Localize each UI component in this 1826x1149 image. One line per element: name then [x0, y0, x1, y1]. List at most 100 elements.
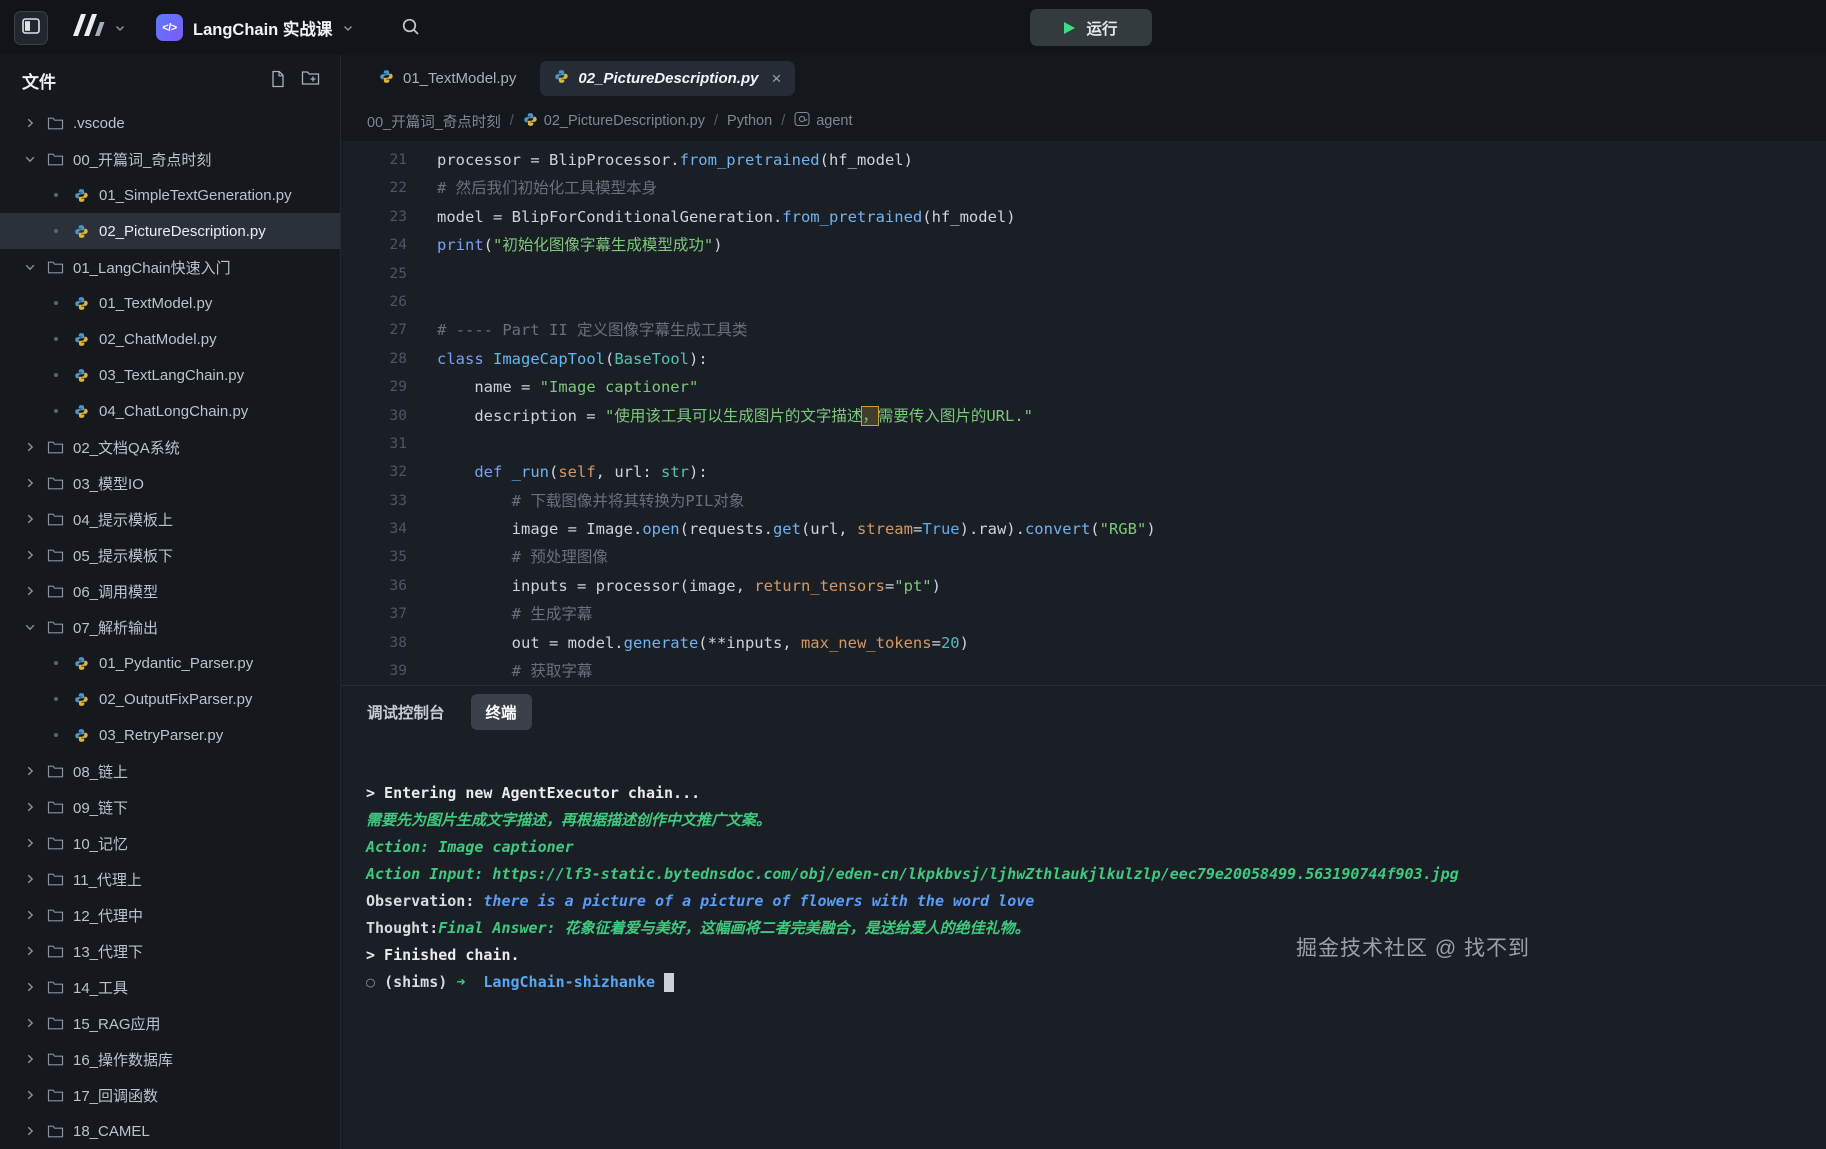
- editor-tab[interactable]: 01_TextModel.py: [365, 61, 530, 96]
- run-button[interactable]: 运行: [1030, 9, 1152, 46]
- tree-item-folder[interactable]: .vscode: [0, 105, 340, 141]
- tree-item-folder[interactable]: 18_CAMEL: [0, 1113, 340, 1149]
- tree-item-folder[interactable]: 08_链上: [0, 753, 340, 789]
- chevron-down-icon[interactable]: [22, 621, 38, 633]
- tree-item-folder[interactable]: 16_操作数据库: [0, 1041, 340, 1077]
- tree-item-label: 07_解析输出: [73, 617, 158, 638]
- modified-dot-icon: [48, 695, 64, 703]
- tree-item-file[interactable]: 02_PictureDescription.py: [0, 213, 340, 249]
- breadcrumb-item[interactable]: 00_开篇词_奇点时刻: [367, 111, 501, 132]
- tree-item-file[interactable]: 02_ChatModel.py: [0, 321, 340, 357]
- tree-item-file[interactable]: 04_ChatLongChain.py: [0, 393, 340, 429]
- tree-item-folder[interactable]: 01_LangChain快速入门: [0, 249, 340, 285]
- close-icon[interactable]: ×: [771, 70, 781, 87]
- panel-tab-terminal[interactable]: 终端: [471, 694, 532, 730]
- terminal-line: 需要先为图片生成文字描述，再根据描述创作中文推广文案。: [366, 807, 1826, 834]
- tree-item-folder[interactable]: 04_提示模板上: [0, 501, 340, 537]
- line-number: 26: [341, 288, 407, 316]
- code-line: 28class ImageCapTool(BaseTool):: [341, 345, 1826, 373]
- chevron-down-icon[interactable]: [22, 261, 38, 273]
- chevron-right-icon[interactable]: [22, 117, 38, 129]
- code-line: 25: [341, 260, 1826, 288]
- tree-item-folder[interactable]: 17_回调函数: [0, 1077, 340, 1113]
- breadcrumb-item[interactable]: 02_PictureDescription.py: [523, 112, 705, 131]
- chevron-right-icon[interactable]: [22, 1089, 38, 1101]
- folder-icon: [46, 980, 65, 995]
- tree-item-file[interactable]: 01_TextModel.py: [0, 285, 340, 321]
- chevron-right-icon[interactable]: [22, 1017, 38, 1029]
- code-line: 31: [341, 430, 1826, 458]
- code-line: 30 description = "使用该工具可以生成图片的文字描述，需要传入图…: [341, 402, 1826, 430]
- python-icon: [72, 692, 91, 707]
- chevron-right-icon[interactable]: [22, 585, 38, 597]
- chevron-right-icon[interactable]: [22, 801, 38, 813]
- chevron-right-icon[interactable]: [22, 513, 38, 525]
- tree-item-folder[interactable]: 00_开篇词_奇点时刻: [0, 141, 340, 177]
- tree-item-label: 14_工具: [73, 977, 128, 998]
- tree-item-label: 05_提示模板下: [73, 545, 173, 566]
- breadcrumb-separator: /: [510, 113, 514, 129]
- tree-item-label: 02_OutputFixParser.py: [99, 691, 252, 708]
- tree-item-folder[interactable]: 05_提示模板下: [0, 537, 340, 573]
- folder-icon: [46, 1124, 65, 1139]
- search-button[interactable]: [400, 16, 421, 40]
- tree-item-folder[interactable]: 06_调用模型: [0, 573, 340, 609]
- tree-item-label: 13_代理下: [73, 941, 143, 962]
- tree-item-folder[interactable]: 03_模型IO: [0, 465, 340, 501]
- breadcrumb-separator: /: [714, 113, 718, 129]
- code-line: 23model = BlipForConditionalGeneration.f…: [341, 203, 1826, 231]
- chevron-right-icon[interactable]: [22, 549, 38, 561]
- terminal-line: ○ (shims) ➜ LangChain-shizhanke: [366, 969, 1826, 996]
- tree-item-folder[interactable]: 12_代理中: [0, 897, 340, 933]
- code-line-content: inputs = processor(image, return_tensors…: [407, 572, 941, 600]
- modified-dot-icon: [48, 191, 64, 199]
- tree-item-file[interactable]: 02_OutputFixParser.py: [0, 681, 340, 717]
- chevron-right-icon[interactable]: [22, 837, 38, 849]
- folder-icon: [46, 764, 65, 779]
- panel-tab-debug-console[interactable]: 调试控制台: [367, 701, 445, 723]
- editor-tab[interactable]: 02_PictureDescription.py×: [540, 61, 795, 96]
- code-line: 32 def _run(self, url: str):: [341, 458, 1826, 486]
- tree-item-folder[interactable]: 14_工具: [0, 969, 340, 1005]
- tree-item-folder[interactable]: 09_链下: [0, 789, 340, 825]
- tree-item-label: 18_CAMEL: [73, 1123, 150, 1140]
- chevron-right-icon[interactable]: [22, 873, 38, 885]
- chevron-right-icon[interactable]: [22, 909, 38, 921]
- project-selector[interactable]: </> LangChain 实战课: [156, 14, 354, 41]
- tree-item-file[interactable]: 01_SimpleTextGeneration.py: [0, 177, 340, 213]
- code-line-content: model = BlipForConditionalGeneration.fro…: [407, 203, 1016, 231]
- chevron-right-icon[interactable]: [22, 945, 38, 957]
- breadcrumb-item[interactable]: Python: [727, 113, 772, 129]
- folder-icon: [46, 512, 65, 527]
- code-editor[interactable]: 21processor = BlipProcessor.from_pretrai…: [341, 141, 1826, 685]
- chevron-right-icon[interactable]: [22, 765, 38, 777]
- chevron-down-icon[interactable]: [22, 153, 38, 165]
- file-tree: .vscode00_开篇词_奇点时刻01_SimpleTextGeneratio…: [0, 105, 340, 1149]
- code-line: 26: [341, 288, 1826, 316]
- tree-item-folder[interactable]: 02_文档QA系统: [0, 429, 340, 465]
- folder-icon: [46, 476, 65, 491]
- chevron-right-icon[interactable]: [22, 981, 38, 993]
- code-line-content: description = "使用该工具可以生成图片的文字描述，需要传入图片的U…: [407, 402, 1033, 430]
- breadcrumb-item[interactable]: agent: [794, 111, 852, 131]
- chevron-right-icon[interactable]: [22, 477, 38, 489]
- tree-item-file[interactable]: 03_TextLangChain.py: [0, 357, 340, 393]
- marscode-logo-menu[interactable]: [68, 12, 126, 43]
- tree-item-folder[interactable]: 15_RAG应用: [0, 1005, 340, 1041]
- folder-icon: [46, 872, 65, 887]
- line-number: 27: [341, 316, 407, 344]
- new-folder-button[interactable]: [301, 70, 320, 91]
- tree-item-folder[interactable]: 07_解析输出: [0, 609, 340, 645]
- tree-item-file[interactable]: 01_Pydantic_Parser.py: [0, 645, 340, 681]
- chevron-right-icon[interactable]: [22, 441, 38, 453]
- tree-item-folder[interactable]: 13_代理下: [0, 933, 340, 969]
- tree-item-folder[interactable]: 11_代理上: [0, 861, 340, 897]
- code-line-content: class ImageCapTool(BaseTool):: [407, 345, 708, 373]
- new-file-button[interactable]: [269, 70, 287, 91]
- panel-toggle-button[interactable]: [14, 11, 48, 45]
- tree-item-folder[interactable]: 10_记忆: [0, 825, 340, 861]
- terminal[interactable]: > Entering new AgentExecutor chain...需要先…: [341, 738, 1826, 1149]
- tree-item-file[interactable]: 03_RetryParser.py: [0, 717, 340, 753]
- chevron-right-icon[interactable]: [22, 1053, 38, 1065]
- chevron-right-icon[interactable]: [22, 1125, 38, 1137]
